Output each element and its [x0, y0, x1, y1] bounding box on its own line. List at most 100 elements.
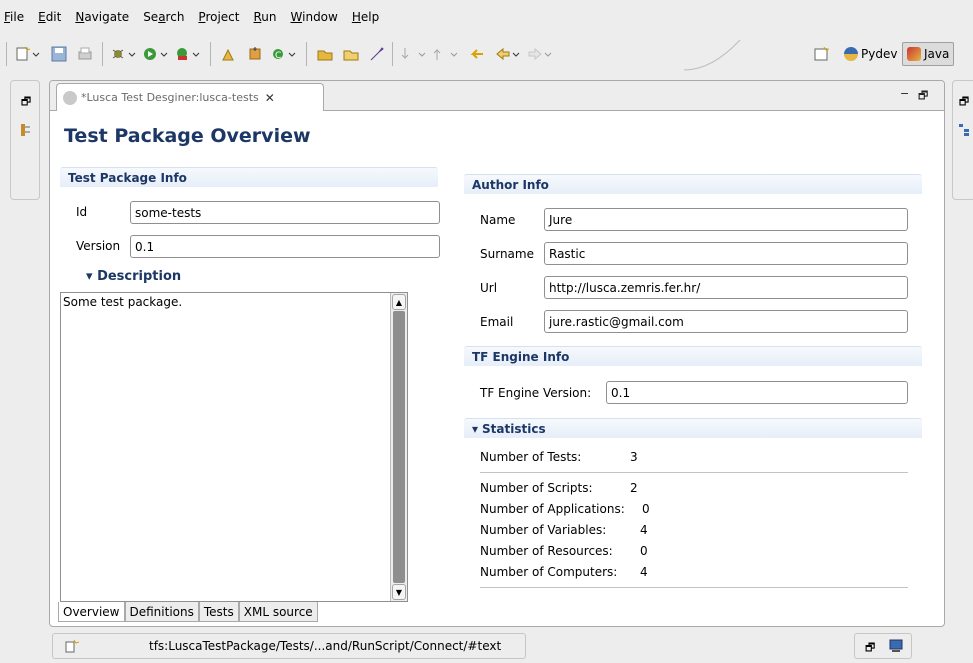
description-label: Description	[97, 269, 182, 284]
email-field[interactable]: jure.rastic@gmail.com	[544, 310, 908, 333]
menu-bar: File Edit Navigate Search Project Run Wi…	[0, 0, 973, 34]
stat-tests-label: Number of Tests:	[480, 450, 582, 464]
toolbar-separator	[6, 42, 7, 66]
scroll-up-icon[interactable]: ▲	[392, 294, 406, 310]
status-path-box: tfs:LuscaTestPackage/Tests/...and/RunScr…	[52, 633, 526, 659]
editor-tab-title: *Lusca Test Desginer:lusca-tests	[81, 91, 259, 104]
editor-page-tabs: Overview Definitions Tests XML source	[58, 602, 318, 622]
tab-overview[interactable]: Overview	[58, 602, 125, 622]
open-perspective-icon[interactable]	[810, 44, 832, 64]
python-icon	[844, 47, 858, 61]
tab-definitions[interactable]: Definitions	[124, 602, 199, 622]
name-label: Name	[480, 213, 516, 227]
outline-icon[interactable]	[957, 123, 971, 137]
url-label: Url	[480, 281, 498, 295]
tab-xml-source[interactable]: XML source	[238, 602, 318, 622]
menu-search[interactable]: Search	[143, 10, 184, 24]
id-field[interactable]: some-tests	[130, 201, 440, 224]
back-icon[interactable]	[494, 44, 522, 64]
expand-triangle-icon: ▾	[86, 269, 93, 284]
url-field[interactable]: http://lusca.zemris.fer.hr/	[544, 276, 908, 299]
new-package-icon[interactable]	[218, 44, 240, 64]
stat-scripts-value: 2	[630, 481, 638, 495]
editor-tab[interactable]: *Lusca Test Desginer:lusca-tests ✕	[56, 83, 324, 111]
prev-annotation-icon[interactable]	[432, 44, 460, 64]
statistics-header[interactable]: ▾ Statistics	[464, 418, 922, 438]
engine-info-header: TF Engine Info	[464, 346, 922, 366]
menu-file[interactable]: File	[4, 10, 24, 24]
description-toggle[interactable]: ▾ Description	[86, 269, 181, 284]
engine-version-field[interactable]: 0.1	[606, 381, 908, 404]
restore-icon[interactable]: 🗗	[957, 95, 971, 109]
stat-variables-label: Number of Variables:	[480, 523, 607, 537]
open-resource-icon[interactable]	[340, 44, 362, 64]
forward-icon[interactable]	[526, 44, 554, 64]
close-icon[interactable]: ✕	[265, 91, 275, 105]
hierarchy-icon[interactable]	[19, 123, 33, 137]
status-bar: tfs:LuscaTestPackage/Tests/...and/RunScr…	[0, 630, 973, 663]
stat-tests-value: 3	[630, 450, 638, 464]
test-designer-icon	[63, 90, 77, 105]
surname-label: Surname	[480, 247, 534, 261]
stat-applications-label: Number of Applications:	[480, 502, 625, 516]
stat-variables-value: 4	[640, 523, 648, 537]
console-icon[interactable]	[889, 639, 903, 656]
author-info-header: Author Info	[464, 174, 922, 194]
toolbar-separator	[306, 42, 307, 66]
package-info-header: Test Package Info	[60, 167, 438, 187]
svg-text:C: C	[275, 51, 281, 61]
save-icon[interactable]	[48, 44, 70, 64]
restore-icon[interactable]: 🗗	[865, 639, 875, 658]
perspective-java[interactable]: Java	[902, 42, 955, 66]
stat-resources-value: 0	[640, 544, 648, 558]
menu-project[interactable]: Project	[198, 10, 239, 24]
status-path: tfs:LuscaTestPackage/Tests/...and/RunScr…	[149, 639, 502, 653]
right-trim-stack: 🗗	[952, 80, 973, 200]
name-field[interactable]: Jure	[544, 208, 908, 231]
new-class-icon[interactable]	[244, 44, 266, 64]
search-tool-icon[interactable]	[366, 44, 388, 64]
print-icon[interactable]	[74, 44, 96, 64]
email-label: Email	[480, 315, 514, 329]
fast-view-icon[interactable]	[65, 639, 80, 656]
stat-applications-value: 0	[642, 502, 650, 516]
status-trim-box: 🗗	[854, 633, 912, 659]
id-label: Id	[76, 205, 88, 219]
scroll-thumb[interactable]	[393, 311, 405, 583]
minimize-icon[interactable]: −	[900, 87, 909, 100]
menu-edit[interactable]: Edit	[38, 10, 61, 24]
scroll-down-icon[interactable]: ▼	[392, 584, 406, 600]
new-wizard-icon[interactable]	[14, 44, 42, 64]
description-scrollbar[interactable]: ▲ ▼	[390, 293, 407, 601]
stat-divider	[480, 472, 908, 473]
main-toolbar: C Pydev Java	[0, 34, 973, 74]
stat-resources-label: Number of Resources:	[480, 544, 613, 558]
menu-run[interactable]: Run	[253, 10, 276, 24]
description-text: Some test package.	[63, 295, 183, 309]
perspective-pydev[interactable]: Pydev	[840, 42, 901, 66]
maximize-icon[interactable]: 🗗	[918, 87, 928, 106]
menu-help[interactable]: Help	[352, 10, 379, 24]
debug-icon[interactable]	[110, 44, 138, 64]
external-tools-icon[interactable]	[174, 44, 202, 64]
stat-divider	[480, 587, 908, 588]
new-item-icon[interactable]: C	[270, 44, 298, 64]
menu-navigate[interactable]: Navigate	[75, 10, 129, 24]
next-annotation-icon[interactable]	[400, 44, 428, 64]
menu-window[interactable]: Window	[291, 10, 338, 24]
stat-computers-value: 4	[640, 565, 648, 579]
stat-computers-label: Number of Computers:	[480, 565, 618, 579]
surname-field[interactable]: Rastic	[544, 242, 908, 265]
page-title: Test Package Overview	[64, 125, 311, 147]
tab-tests[interactable]: Tests	[198, 602, 239, 622]
run-icon[interactable]	[142, 44, 170, 64]
stat-scripts-label: Number of Scripts:	[480, 481, 593, 495]
restore-icon[interactable]: 🗗	[19, 95, 33, 109]
description-textarea[interactable]: Some test package. ▲ ▼	[60, 292, 408, 602]
perspective-divider	[683, 39, 741, 71]
open-type-icon[interactable]	[314, 44, 336, 64]
expand-triangle-icon: ▾	[472, 421, 479, 436]
last-edit-icon[interactable]	[466, 44, 488, 64]
version-field[interactable]: 0.1	[130, 235, 440, 258]
editor-tab-bar: *Lusca Test Desginer:lusca-tests ✕ − 🗗	[50, 81, 944, 111]
